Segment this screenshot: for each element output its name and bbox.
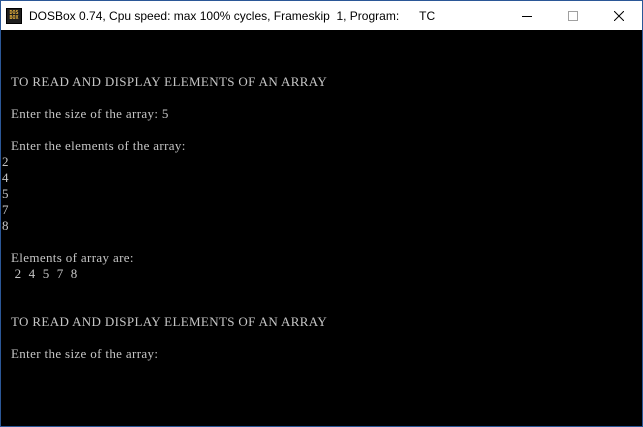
terminal-elements-prompt: Enter the elements of the array: (11, 138, 186, 153)
terminal-input-line: 7 (2, 202, 9, 217)
terminal-output-values: 2 4 5 7 8 (11, 266, 78, 281)
window-controls (504, 1, 642, 30)
terminal-size-prompt: Enter the size of the array: (11, 346, 159, 361)
terminal-input-line: 4 (2, 170, 9, 185)
terminal-heading: TO READ AND DISPLAY ELEMENTS OF AN ARRAY (11, 314, 328, 329)
terminal-output-label: Elements of array are: (11, 250, 134, 265)
title-bar[interactable]: DOS BOX DOSBox 0.74, Cpu speed: max 100%… (1, 1, 642, 30)
maximize-button[interactable] (550, 1, 596, 30)
close-button[interactable] (596, 1, 642, 30)
dos-terminal-screen[interactable]: TO READ AND DISPLAY ELEMENTS OF AN ARRAY… (1, 31, 642, 426)
dosbox-app-icon[interactable]: DOS BOX (6, 7, 22, 24)
terminal-input-line: 8 (2, 218, 9, 233)
program-name: TC (419, 8, 436, 23)
maximize-icon (568, 10, 578, 21)
minimize-button[interactable] (504, 1, 550, 30)
terminal-input-line: 5 (2, 186, 9, 201)
window-title: DOSBox 0.74, Cpu speed: max 100% cycles,… (29, 8, 400, 23)
app-icon-text-bottom: BOX (9, 14, 19, 21)
terminal-heading: TO READ AND DISPLAY ELEMENTS OF AN ARRAY (11, 74, 328, 89)
minimize-icon (522, 15, 532, 17)
dosbox-window: DOS BOX DOSBox 0.74, Cpu speed: max 100%… (0, 0, 643, 427)
terminal-size-prompt: Enter the size of the array: 5 (11, 106, 169, 121)
close-icon (614, 10, 624, 21)
terminal-input-line: 2 (2, 154, 9, 169)
